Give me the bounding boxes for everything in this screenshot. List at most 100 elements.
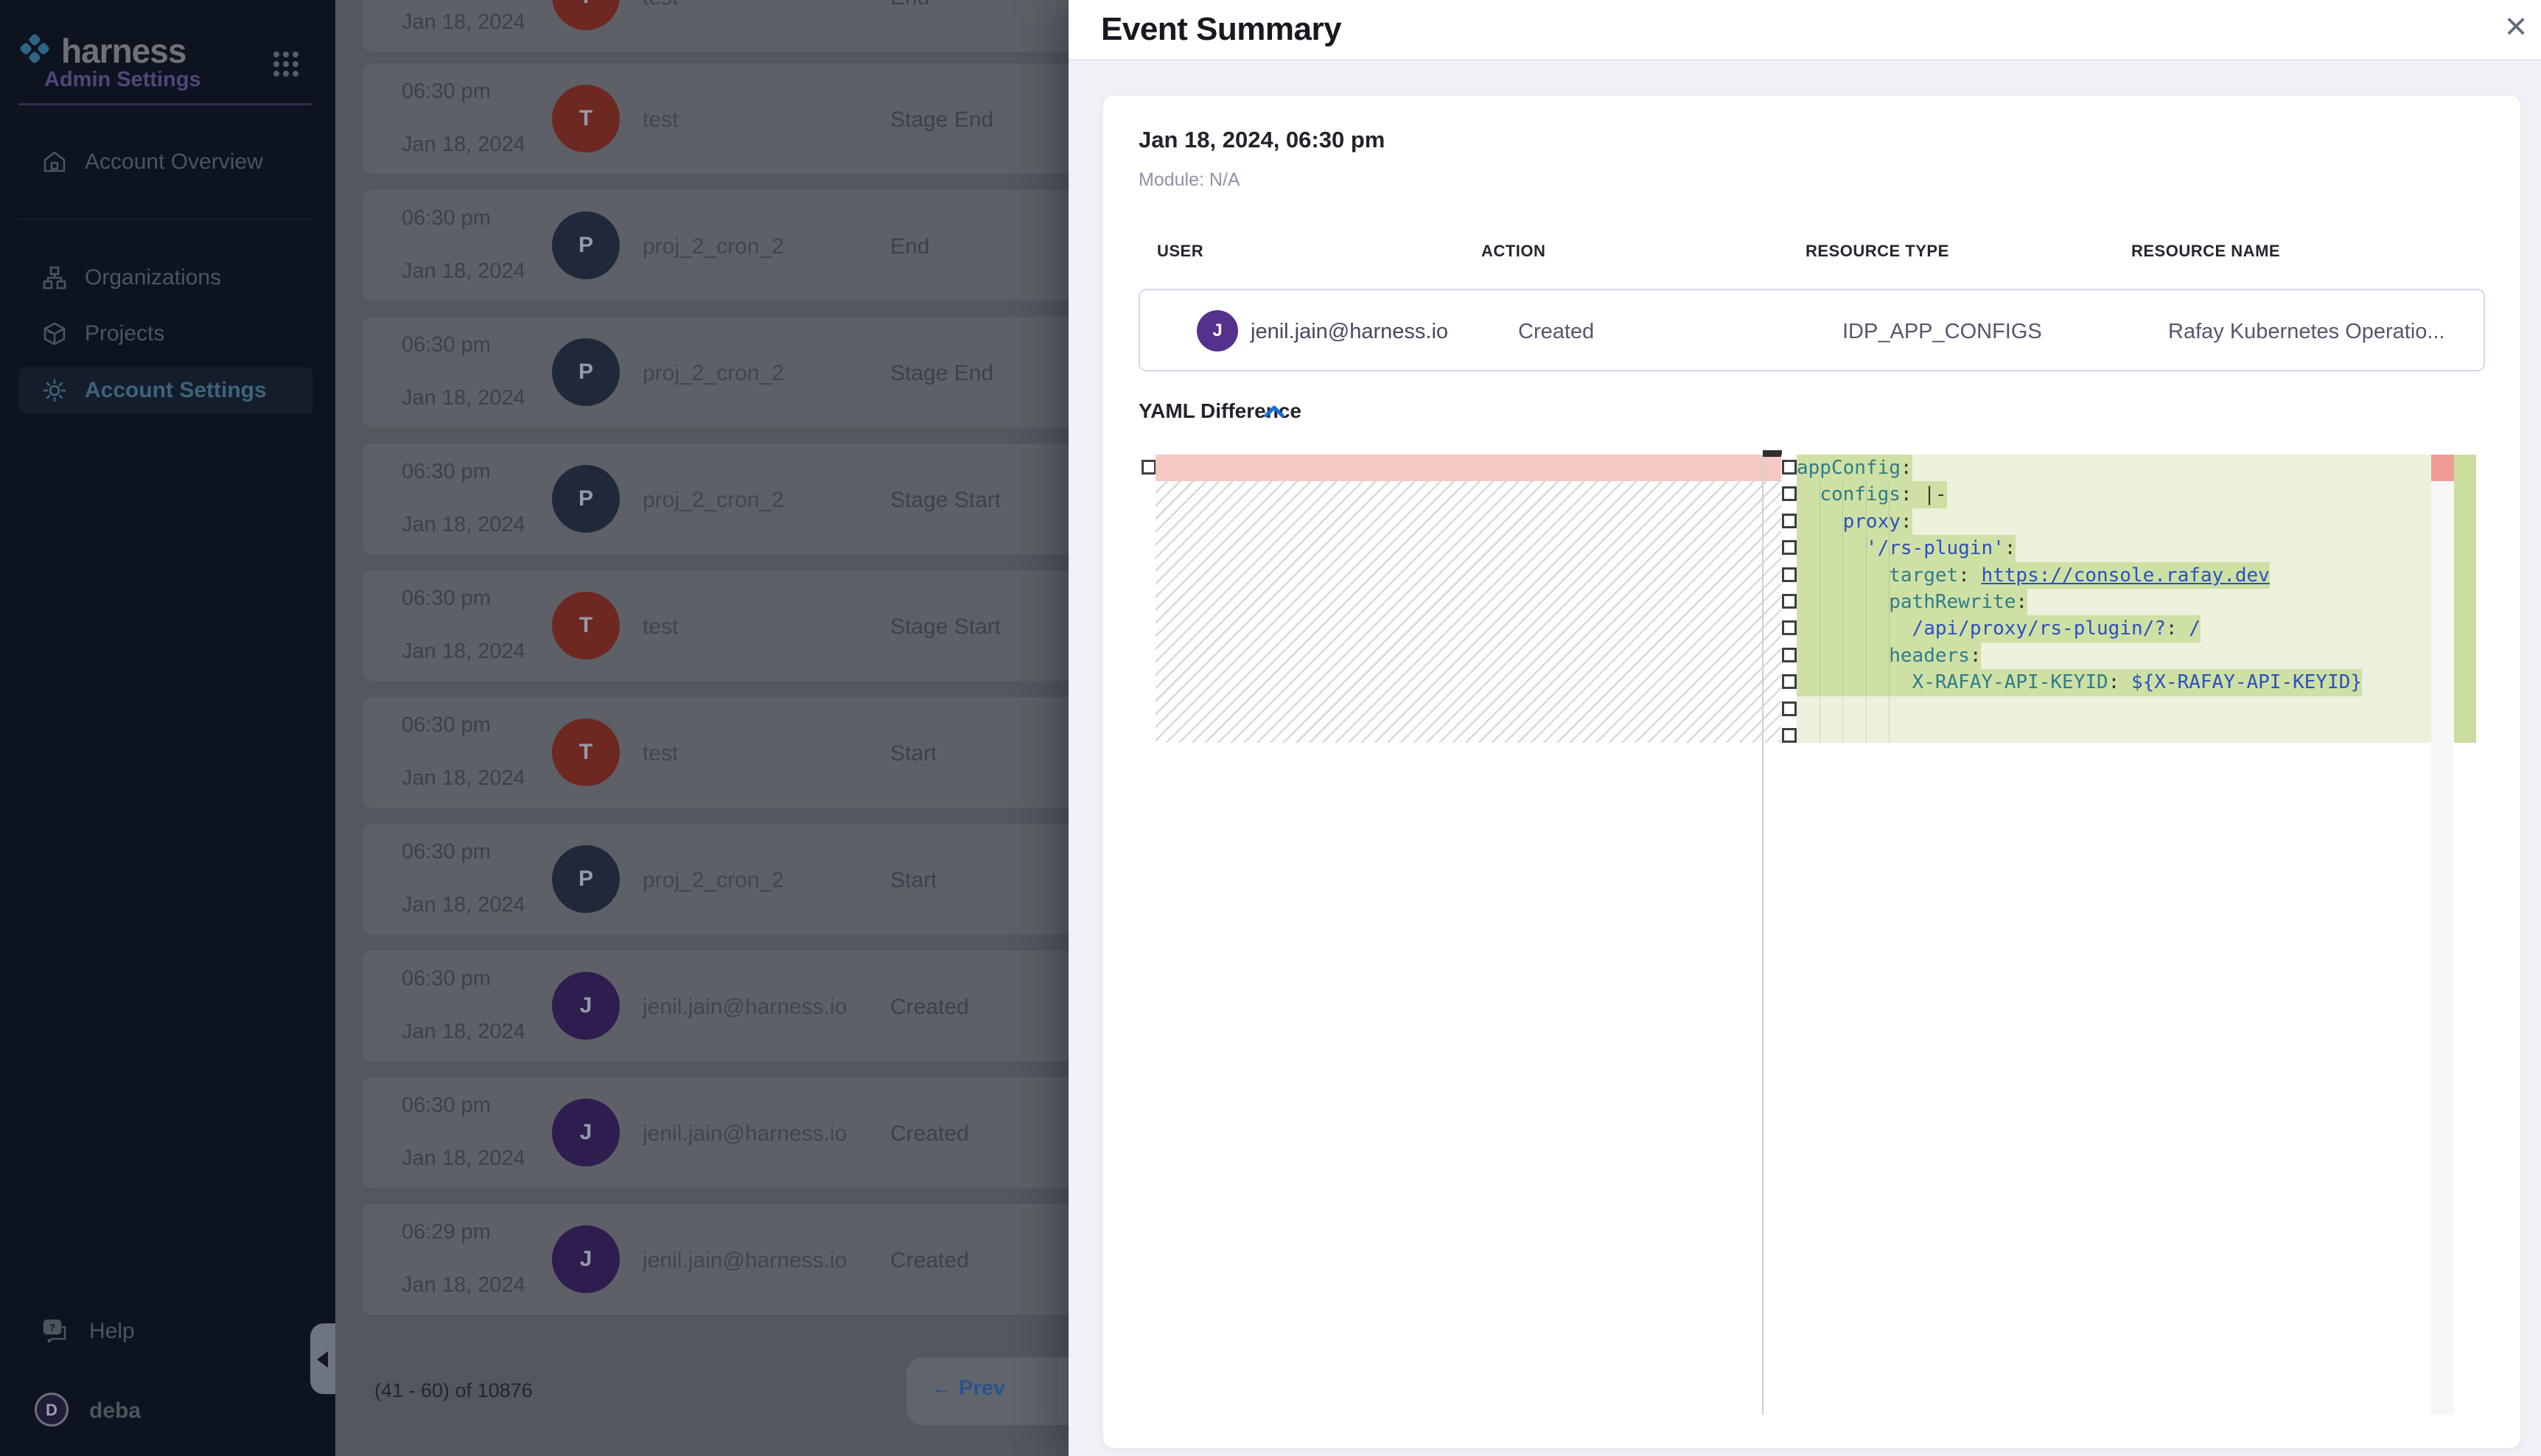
user-avatar: J	[1197, 310, 1238, 351]
event-time: 06:30 pm	[402, 713, 491, 738]
harness-logo-icon	[18, 32, 51, 65]
added-code-text: /api/proxy/rs-plugin/?: /	[1797, 615, 2201, 643]
diff-right-gutter	[1781, 455, 1797, 1415]
code-line: target: https://console.rafay.dev	[1797, 562, 2431, 589]
event-avatar: P	[552, 845, 620, 913]
sidebar-item-label: Account Overview	[85, 150, 263, 175]
event-resource-type: IDP_APP_CONFIGS	[1842, 320, 2042, 344]
close-icon[interactable]: ×	[2495, 7, 2537, 49]
organizations-icon	[42, 265, 67, 290]
event-resource-label: proj_2_cron_2	[643, 361, 784, 386]
diff-scrollbar-thumb[interactable]	[1763, 450, 1782, 457]
event-resource-label: test	[643, 615, 678, 640]
chunk-marker-icon	[1782, 620, 1797, 635]
ruler-deleted-marker	[2431, 455, 2454, 481]
event-avatar: J	[552, 1099, 620, 1166]
event-date: Jan 18, 2024	[402, 513, 525, 537]
event-action-label: Stage Start	[890, 488, 1001, 513]
event-date: Jan 18, 2024	[402, 133, 525, 157]
chunk-marker-icon	[1782, 460, 1797, 475]
deleted-line	[1156, 455, 1781, 481]
event-date: Jan 18, 2024	[402, 766, 525, 791]
event-resource-label: jenil.jain@harness.io	[643, 995, 847, 1020]
home-icon	[42, 150, 67, 175]
sidebar-item-organizations[interactable]: Organizations	[18, 254, 313, 301]
added-code-text: '/rs-plugin':	[1797, 535, 2016, 562]
event-module: Module: N/A	[1139, 169, 1240, 191]
sidebar-item-account-overview[interactable]: Account Overview	[18, 139, 313, 186]
column-header-resource-type: RESOURCE TYPE	[1806, 242, 1949, 261]
ruler-added-marker	[2454, 455, 2476, 743]
help-chat-icon: ?	[42, 1318, 69, 1345]
sidebar: harness Admin Settings Account Overview	[0, 0, 335, 1456]
code-line: /api/proxy/rs-plugin/?: /	[1797, 615, 2431, 643]
event-datetime: Jan 18, 2024, 06:30 pm	[1139, 127, 1385, 153]
event-resource-label: proj_2_cron_2	[643, 488, 784, 513]
event-date: Jan 18, 2024	[402, 893, 525, 917]
sidebar-item-projects[interactable]: Projects	[18, 310, 313, 357]
event-avatar: P	[552, 465, 620, 533]
event-resource-label: jenil.jain@harness.io	[643, 1121, 847, 1147]
sidebar-item-label: Organizations	[85, 265, 221, 290]
sidebar-item-account-settings[interactable]: Account Settings	[18, 367, 313, 414]
prev-page-button[interactable]: ← Prev	[932, 1376, 1005, 1401]
code-line: headers:	[1797, 643, 2431, 670]
collapse-left-icon	[317, 1351, 328, 1368]
code-link[interactable]: https://console.rafay.dev	[1981, 564, 2269, 587]
event-avatar: T	[552, 592, 620, 659]
chunk-marker-icon	[1782, 567, 1797, 582]
indent-guide	[1842, 482, 1843, 743]
sidebar-section-divider	[18, 219, 312, 220]
event-resource-label: test	[643, 0, 678, 10]
event-action-label: Created	[890, 995, 969, 1020]
event-date: Jan 18, 2024	[402, 386, 525, 410]
event-time: 06:30 pm	[402, 333, 491, 357]
sidebar-item-label: Projects	[85, 321, 164, 346]
event-date: Jan 18, 2024	[402, 1273, 525, 1298]
sidebar-item-label: Account Settings	[85, 378, 267, 403]
chunk-marker-icon	[1782, 674, 1797, 689]
event-detail-row: J jenil.jain@harness.io Created IDP_APP_…	[1139, 289, 2485, 371]
svg-text:?: ?	[49, 1322, 55, 1333]
chevron-up-icon[interactable]	[1262, 402, 1287, 423]
diff-overview-ruler[interactable]	[2431, 455, 2454, 1415]
event-time: 06:30 pm	[402, 587, 491, 611]
chunk-marker-icon	[1782, 728, 1797, 743]
event-action-label: Created	[890, 1248, 969, 1273]
event-avatar: J	[552, 1225, 620, 1293]
event-avatar: T	[552, 0, 620, 30]
event-action-label: Start	[890, 741, 937, 766]
event-summary-drawer: Event Summary × Jan 18, 2024, 06:30 pm M…	[1069, 0, 2541, 1456]
added-empty-line	[1797, 696, 2431, 743]
event-avatar: T	[552, 718, 620, 786]
diff-pane-divider	[1762, 455, 1764, 1415]
sidebar-collapse-handle[interactable]	[310, 1323, 335, 1394]
event-action-label: Stage Start	[890, 615, 1001, 640]
chunk-marker-icon	[1782, 540, 1797, 555]
app-grid-icon[interactable]	[273, 52, 298, 77]
yaml-diff-editor: appConfig: configs: |- proxy: '/rs-plugi…	[1141, 455, 2482, 1415]
pagination-range: (41 - 60) of 10876	[374, 1379, 533, 1402]
help-button[interactable]: ? Help	[18, 1308, 284, 1355]
event-action-label: End	[890, 0, 929, 10]
event-action-label: Created	[890, 1121, 969, 1147]
projects-icon	[42, 321, 67, 346]
chunk-marker-icon	[1142, 460, 1156, 475]
event-time: 06:30 pm	[402, 1093, 491, 1118]
event-action-label: End	[890, 234, 929, 259]
event-date: Jan 18, 2024	[402, 1147, 525, 1171]
event-time: 06:29 pm	[402, 1220, 491, 1245]
indent-guide	[1889, 482, 1890, 743]
event-date: Jan 18, 2024	[402, 10, 525, 35]
event-resource-label: proj_2_cron_2	[643, 234, 784, 259]
added-code-text: X-RAFAY-API-KEYID: ${X-RAFAY-API-KEYID}	[1797, 669, 2362, 696]
column-header-user: USER	[1157, 242, 1203, 261]
event-time: 06:30 pm	[402, 80, 491, 104]
added-code-text: proxy:	[1797, 508, 1912, 536]
user-avatar: D	[35, 1393, 69, 1427]
code-line: '/rs-plugin':	[1797, 535, 2431, 562]
user-menu[interactable]: D deba	[18, 1391, 284, 1432]
sidebar-purple-divider	[18, 103, 312, 105]
column-header-resource-name: RESOURCE NAME	[2131, 242, 2280, 261]
event-summary-card: Jan 18, 2024, 06:30 pm Module: N/A USER …	[1103, 96, 2520, 1448]
